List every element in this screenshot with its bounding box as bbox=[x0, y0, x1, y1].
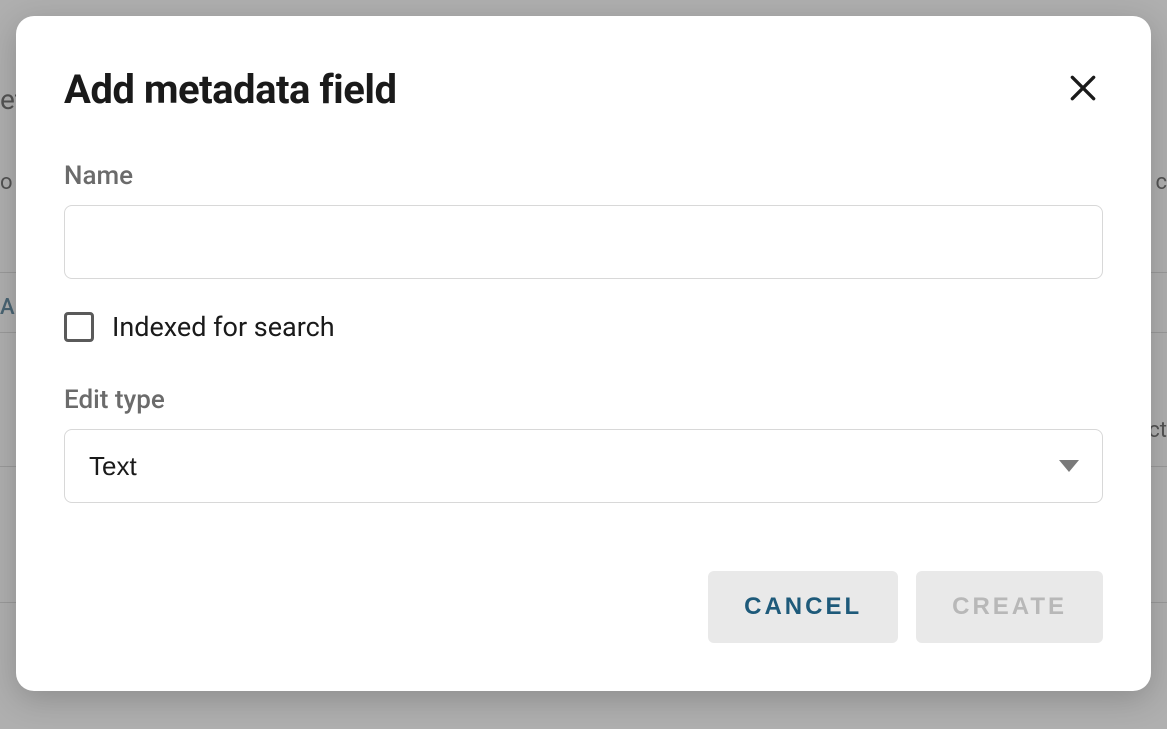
edit-type-label: Edit type bbox=[64, 385, 1103, 415]
modal-actions: CANCEL CREATE bbox=[64, 571, 1103, 643]
create-button[interactable]: CREATE bbox=[916, 571, 1103, 643]
name-field-group: Name bbox=[64, 161, 1103, 279]
close-button[interactable] bbox=[1063, 68, 1103, 111]
indexed-checkbox-row: Indexed for search bbox=[64, 311, 1103, 343]
edit-type-field-group: Edit type Text bbox=[64, 385, 1103, 503]
cancel-button[interactable]: CANCEL bbox=[708, 571, 898, 643]
close-icon bbox=[1067, 72, 1099, 107]
modal-title: Add metadata field bbox=[64, 66, 396, 113]
edit-type-select[interactable]: Text bbox=[64, 429, 1103, 503]
edit-type-select-wrapper: Text bbox=[64, 429, 1103, 503]
name-input[interactable] bbox=[64, 205, 1103, 279]
indexed-checkbox[interactable] bbox=[64, 312, 94, 342]
modal-header: Add metadata field bbox=[64, 66, 1103, 113]
name-label: Name bbox=[64, 161, 1103, 191]
add-metadata-field-modal: Add metadata field Name Indexed for sear… bbox=[16, 16, 1151, 691]
indexed-label[interactable]: Indexed for search bbox=[112, 311, 335, 343]
